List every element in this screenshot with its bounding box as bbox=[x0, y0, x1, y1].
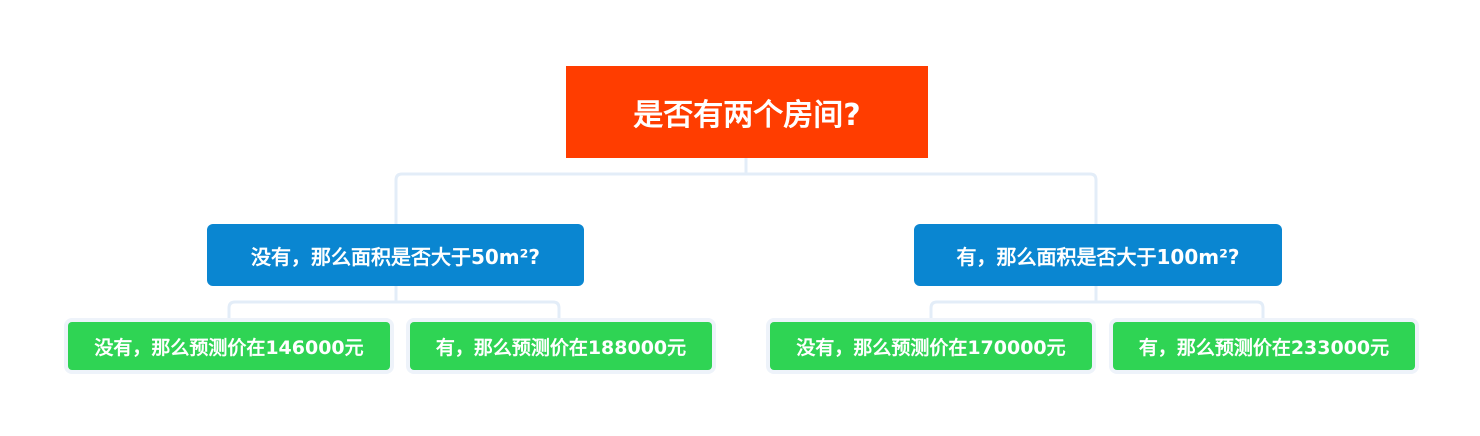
leaf-node-4-frame: 有，那么预测价在233000元 bbox=[1109, 318, 1419, 374]
connector-root-to-left bbox=[394, 172, 748, 226]
leaf-node-4-label: 有，那么预测价在233000元 bbox=[1138, 336, 1390, 359]
root-node-label: 是否有两个房间? bbox=[633, 98, 861, 133]
connector-right-to-leaf3 bbox=[929, 300, 1098, 320]
root-node[interactable]: 是否有两个房间? bbox=[566, 66, 928, 158]
leaf-node-1-frame: 没有，那么预测价在146000元 bbox=[64, 318, 394, 374]
connector-right-to-leaf4 bbox=[1094, 300, 1265, 320]
connector-left-to-leaf2 bbox=[394, 300, 561, 320]
leaf-node-1-label: 没有，那么预测价在146000元 bbox=[94, 336, 364, 359]
leaf-node-2-label: 有，那么预测价在188000元 bbox=[435, 336, 687, 359]
leaf-node-2[interactable]: 有，那么预测价在188000元 bbox=[410, 322, 712, 370]
branch-node-yes-label: 有，那么面积是否大于100m²? bbox=[956, 244, 1240, 269]
leaf-node-1[interactable]: 没有，那么预测价在146000元 bbox=[68, 322, 390, 370]
leaf-node-3[interactable]: 没有，那么预测价在170000元 bbox=[770, 322, 1092, 370]
leaf-node-4[interactable]: 有，那么预测价在233000元 bbox=[1113, 322, 1415, 370]
connector-left-to-leaf1 bbox=[227, 300, 398, 320]
connector-root-to-right bbox=[744, 172, 1098, 226]
branch-node-no[interactable]: 没有，那么面积是否大于50m²? bbox=[207, 224, 584, 286]
branch-node-no-label: 没有，那么面积是否大于50m²? bbox=[250, 244, 541, 269]
leaf-node-3-frame: 没有，那么预测价在170000元 bbox=[766, 318, 1096, 374]
leaf-node-3-label: 没有，那么预测价在170000元 bbox=[796, 336, 1066, 359]
branch-node-yes[interactable]: 有，那么面积是否大于100m²? bbox=[914, 224, 1282, 286]
leaf-node-2-frame: 有，那么预测价在188000元 bbox=[406, 318, 716, 374]
